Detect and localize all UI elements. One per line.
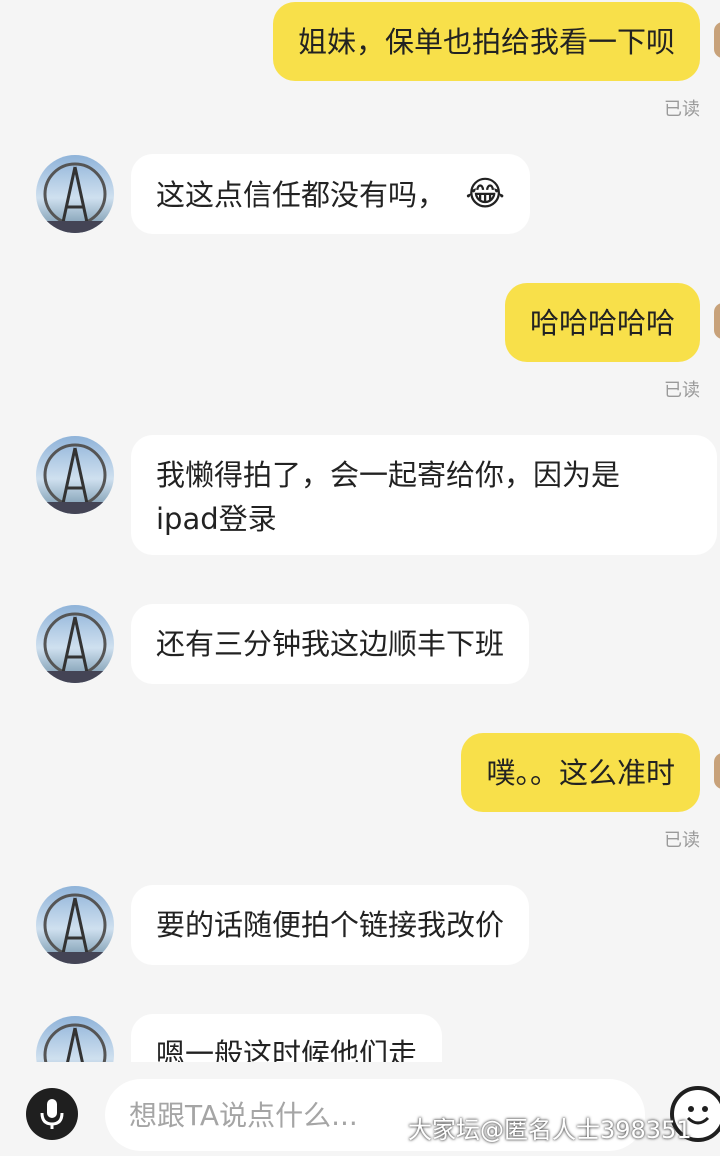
contact-avatar[interactable] [36, 1016, 114, 1062]
contact-avatar[interactable] [36, 155, 114, 233]
self-avatar-partial[interactable] [714, 303, 720, 339]
message-text: 哈哈哈哈哈 [529, 306, 675, 340]
contact-avatar[interactable] [36, 886, 114, 964]
ferris-wheel-avatar-image [36, 893, 114, 964]
chat-area[interactable]: 姐妹，保单也拍给我看一下呗 已读 这这点信任都没有吗， 😂 哈哈哈哈哈 已读 我… [0, 0, 720, 1062]
watermark: 大家坛@匿名人士398351 [408, 1116, 692, 1144]
incoming-message-bubble[interactable]: 要的话随便拍个链接我改价 [131, 885, 530, 965]
ferris-wheel-avatar-image [43, 1023, 107, 1062]
message-text: 还有三分钟我这边顺丰下班 [156, 627, 505, 661]
ferris-wheel-avatar-image [36, 443, 114, 514]
message-text-line: 我懒得拍了，会一起寄给你，因为是 [156, 458, 621, 492]
outgoing-message-bubble[interactable]: 姐妹，保单也拍给我看一下呗 [272, 2, 700, 81]
incoming-message-bubble[interactable]: 这这点信任都没有吗， 😂 [131, 154, 530, 234]
ferris-wheel-avatar-image [36, 612, 114, 683]
message-text: 姐妹，保单也拍给我看一下呗 [297, 25, 675, 59]
message-text-line: ipad登录 [156, 502, 277, 536]
incoming-message-bubble[interactable]: 嗯一般这时候他们走 [131, 1014, 443, 1062]
outgoing-message-bubble[interactable]: 哈哈哈哈哈 [504, 283, 700, 362]
incoming-message-bubble[interactable]: 我懒得拍了，会一起寄给你，因为是 ipad登录 [131, 435, 717, 555]
contact-avatar[interactable] [36, 436, 114, 514]
tears-of-joy-emoji: 😂 [465, 174, 505, 214]
contact-avatar[interactable] [36, 605, 114, 683]
message-text: 嗯一般这时候他们走 [156, 1037, 418, 1062]
message-text: 要的话随便拍个链接我改价 [156, 908, 505, 942]
message-text: 噗。。这么准时 [486, 756, 675, 790]
self-avatar-partial[interactable] [714, 22, 720, 58]
microphone-icon[interactable] [26, 1088, 78, 1140]
message-text: 这这点信任都没有吗， [156, 178, 447, 212]
self-avatar-partial[interactable] [714, 753, 720, 789]
read-receipt: 已读 [664, 99, 700, 120]
outgoing-message-bubble[interactable]: 噗。。这么准时 [461, 733, 700, 812]
read-receipt: 已读 [664, 830, 700, 851]
incoming-message-bubble[interactable]: 还有三分钟我这边顺丰下班 [131, 604, 530, 684]
ferris-wheel-avatar-image [36, 162, 114, 233]
read-receipt: 已读 [664, 380, 700, 401]
